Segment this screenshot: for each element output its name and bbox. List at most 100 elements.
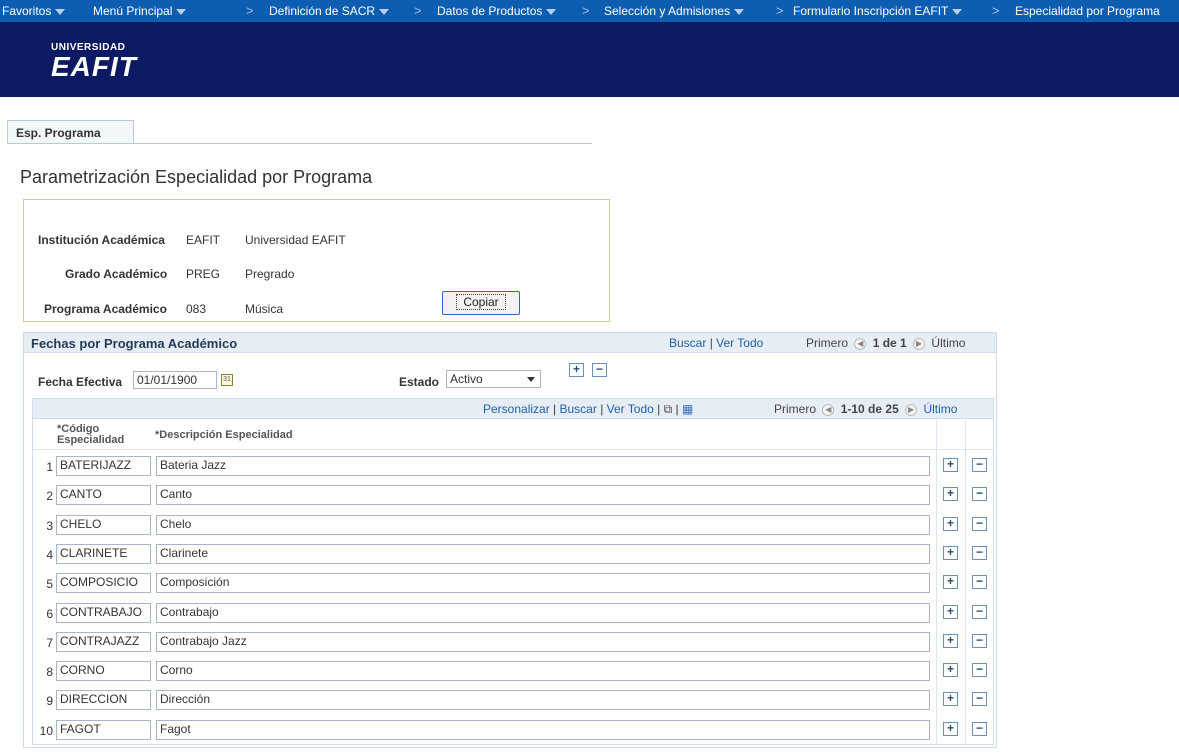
- descripcion-input[interactable]: Contrabajo Jazz: [156, 631, 930, 652]
- codigo-input[interactable]: CORNO: [56, 661, 151, 682]
- row-number: 8: [46, 665, 53, 680]
- fechas-ultimo[interactable]: Último: [931, 336, 965, 350]
- add-row-button[interactable]: +: [943, 487, 958, 502]
- delete-row-button[interactable]: −: [972, 516, 987, 531]
- delete-row-button[interactable]: −: [972, 575, 987, 590]
- col-descripcion-header: *Descripción Especialidad: [155, 429, 293, 441]
- nav-favoritos[interactable]: Favoritos: [2, 4, 66, 18]
- fechas-primero[interactable]: Primero: [806, 336, 848, 350]
- add-fecha-button[interactable]: +: [569, 363, 584, 377]
- delete-row-button[interactable]: −: [972, 458, 987, 472]
- fecha-efectiva-label: Fecha Efectiva: [38, 375, 123, 389]
- nav-especialidad-programa[interactable]: Especialidad por Programa: [1015, 4, 1160, 18]
- row-number: 2: [46, 489, 53, 504]
- descripcion-input[interactable]: Chelo: [156, 514, 930, 535]
- grado-desc: Pregrado: [245, 267, 295, 281]
- codigo-input[interactable]: CONTRABAJO: [56, 602, 151, 623]
- breadcrumb-separator: >: [582, 3, 590, 18]
- add-row-button[interactable]: +: [943, 721, 958, 736]
- calendar-icon[interactable]: 31: [221, 374, 233, 386]
- add-row-button[interactable]: +: [943, 575, 958, 590]
- nav-seleccion-admisiones[interactable]: Selección y Admisiones: [604, 4, 745, 18]
- nav-formulario-inscripcion[interactable]: Formulario Inscripción EAFIT: [793, 4, 963, 18]
- fechas-pager: Primero ◀ 1 de 1 ▶ Último: [806, 336, 965, 350]
- header-banner: UNIVERSIDAD EAFIT: [0, 22, 1179, 97]
- download-grid-icon[interactable]: ▦: [682, 402, 693, 416]
- add-row-button[interactable]: +: [943, 545, 958, 560]
- next-arrow-icon[interactable]: ▶: [905, 403, 918, 416]
- descripcion-input[interactable]: Corno: [156, 661, 930, 682]
- codigo-input[interactable]: DIRECCION: [56, 690, 151, 711]
- row-number: 5: [46, 577, 53, 592]
- chevron-down-icon: [734, 8, 745, 15]
- prev-arrow-icon[interactable]: ◀: [822, 403, 835, 416]
- estado-label: Estado: [399, 375, 440, 389]
- add-row-button[interactable]: +: [943, 633, 958, 648]
- codigo-input[interactable]: CLARINETE: [56, 543, 151, 564]
- row-number: 10: [39, 723, 53, 738]
- programa-label: Programa Académico: [44, 302, 167, 316]
- descripcion-input[interactable]: Canto: [156, 485, 930, 506]
- codigo-input[interactable]: CANTO: [56, 485, 151, 506]
- fechas-buscar-link[interactable]: Buscar: [669, 336, 706, 350]
- descripcion-input[interactable]: Dirección: [156, 690, 930, 711]
- programa-code: 083: [186, 302, 207, 316]
- tab-esp-programa[interactable]: Esp. Programa: [7, 120, 134, 144]
- col-codigo-line2: Especialidad: [57, 434, 125, 446]
- delete-row-button[interactable]: −: [972, 604, 987, 619]
- codigo-input[interactable]: FAGOT: [56, 719, 151, 740]
- fecha-efectiva-input[interactable]: 01/01/1900: [133, 371, 217, 389]
- page-title: Parametrización Especialidad por Program…: [20, 167, 373, 187]
- descripcion-input[interactable]: Composición: [156, 573, 930, 594]
- top-navigation-bar: Favoritos Menú Principal > Definición de…: [0, 0, 1179, 22]
- nav-menu-principal[interactable]: Menú Principal: [93, 4, 187, 18]
- table-row: 8 CORNO Corno + −: [33, 658, 993, 687]
- delete-row-button[interactable]: −: [972, 692, 987, 707]
- grado-code: PREG: [186, 267, 221, 281]
- copiar-button[interactable]: Copiar: [442, 291, 520, 315]
- add-row-button[interactable]: +: [943, 604, 958, 619]
- descripcion-input[interactable]: Bateria Jazz: [156, 456, 930, 476]
- add-row-button[interactable]: +: [943, 516, 958, 531]
- estado-select[interactable]: Activo: [446, 370, 541, 388]
- delete-row-button[interactable]: −: [972, 721, 987, 736]
- add-row-button[interactable]: +: [943, 458, 958, 472]
- nav-definicion-sacr-label: Definición de SACR: [269, 4, 376, 18]
- breadcrumb-separator: >: [246, 3, 254, 18]
- delete-row-button[interactable]: −: [972, 487, 987, 502]
- copiar-button-label: Copiar: [456, 294, 506, 310]
- add-row-button[interactable]: +: [943, 692, 958, 707]
- grid-primero[interactable]: Primero: [774, 402, 816, 416]
- codigo-input[interactable]: COMPOSICIO: [56, 573, 151, 594]
- personalizar-link[interactable]: Personalizar: [483, 402, 550, 416]
- nav-datos-productos[interactable]: Datos de Productos: [437, 4, 557, 18]
- next-arrow-icon[interactable]: ▶: [913, 337, 926, 350]
- table-row: 3 CHELO Chelo + −: [33, 512, 993, 541]
- fechas-range: 1 de 1: [872, 336, 907, 350]
- descripcion-input[interactable]: Clarinete: [156, 543, 930, 564]
- grid-ver-todo-link[interactable]: Ver Todo: [607, 402, 654, 416]
- fechas-ver-todo-link[interactable]: Ver Todo: [716, 336, 763, 350]
- prev-arrow-icon[interactable]: ◀: [854, 337, 867, 350]
- delete-row-button[interactable]: −: [972, 545, 987, 560]
- grid-ultimo[interactable]: Último: [923, 402, 957, 416]
- delete-fecha-button[interactable]: −: [592, 363, 607, 377]
- table-row: 2 CANTO Canto + −: [33, 482, 993, 511]
- chevron-down-icon: [176, 8, 187, 15]
- descripcion-input[interactable]: Fagot: [156, 719, 930, 740]
- descripcion-input[interactable]: Contrabajo: [156, 602, 930, 623]
- new-window-icon[interactable]: ⧉: [664, 402, 673, 416]
- nav-seleccion-admisiones-label: Selección y Admisiones: [604, 4, 731, 18]
- institucion-desc: Universidad EAFIT: [245, 233, 346, 247]
- nav-definicion-sacr[interactable]: Definición de SACR: [269, 4, 390, 18]
- delete-row-button[interactable]: −: [972, 633, 987, 648]
- grado-label: Grado Académico: [65, 267, 168, 281]
- codigo-input[interactable]: CONTRAJAZZ: [56, 631, 151, 652]
- delete-row-button[interactable]: −: [972, 663, 987, 678]
- codigo-input[interactable]: CHELO: [56, 514, 151, 535]
- grid-buscar-link[interactable]: Buscar: [560, 402, 597, 416]
- add-row-button[interactable]: +: [943, 663, 958, 678]
- codigo-input[interactable]: BATERIJAZZ: [56, 456, 151, 476]
- fechas-title: Fechas por Programa Académico: [31, 336, 238, 351]
- eafit-logo[interactable]: UNIVERSIDAD EAFIT: [51, 42, 137, 81]
